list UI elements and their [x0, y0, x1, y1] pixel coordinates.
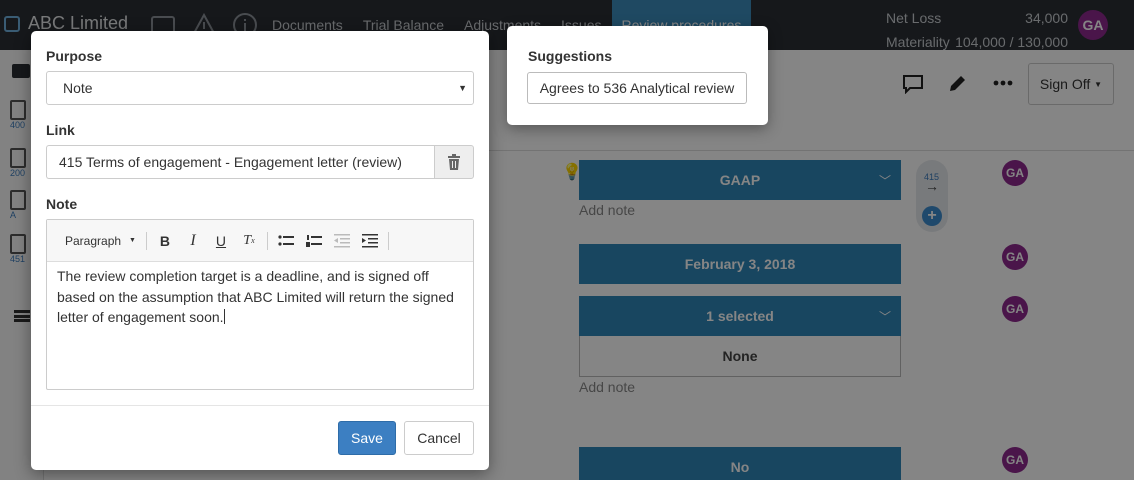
suggestion-item[interactable]: Agrees to 536 Analytical review — [527, 72, 747, 104]
numbered-list-icon[interactable] — [300, 227, 328, 255]
bulleted-list-icon[interactable] — [272, 227, 300, 255]
note-modal: Purpose Note ▼ Link 415 Terms of engagem… — [31, 31, 489, 470]
caret-down-icon: ▼ — [458, 83, 467, 93]
modal-footer-divider — [31, 405, 489, 406]
purpose-label: Purpose — [46, 48, 103, 64]
delete-link-button[interactable] — [434, 145, 474, 179]
clear-format-icon[interactable]: Tx — [235, 227, 263, 255]
editor-toolbar: Paragraph ▼ B I U Tx — [47, 220, 473, 262]
save-button[interactable]: Save — [338, 421, 396, 455]
link-label: Link — [46, 122, 75, 138]
trash-icon — [448, 154, 460, 170]
suggestions-popover: Suggestions Agrees to 536 Analytical rev… — [507, 26, 768, 125]
note-editor: Paragraph ▼ B I U Tx The review completi… — [46, 219, 474, 390]
underline-icon[interactable]: U — [207, 227, 235, 255]
note-text: The review completion target is a deadli… — [57, 268, 454, 325]
toolbar-separator — [145, 231, 147, 250]
italic-icon[interactable]: I — [179, 227, 207, 255]
text-cursor — [223, 309, 225, 324]
cancel-button[interactable]: Cancel — [404, 421, 474, 455]
note-text-area[interactable]: The review completion target is a deadli… — [47, 262, 473, 332]
bold-icon[interactable]: B — [151, 227, 179, 255]
caret-down-icon: ▼ — [129, 237, 136, 244]
purpose-value: Note — [63, 80, 93, 96]
paragraph-format-label: Paragraph — [65, 233, 122, 248]
outdent-icon[interactable] — [328, 227, 356, 255]
note-label: Note — [46, 196, 78, 212]
link-field[interactable]: 415 Terms of engagement - Engagement let… — [46, 145, 435, 179]
purpose-select[interactable]: Note ▼ — [46, 71, 474, 105]
toolbar-separator — [266, 231, 268, 250]
paragraph-format-dropdown[interactable]: Paragraph ▼ — [57, 234, 142, 248]
indent-icon[interactable] — [356, 227, 384, 255]
suggestions-title: Suggestions — [528, 48, 613, 64]
toolbar-separator — [387, 231, 389, 250]
